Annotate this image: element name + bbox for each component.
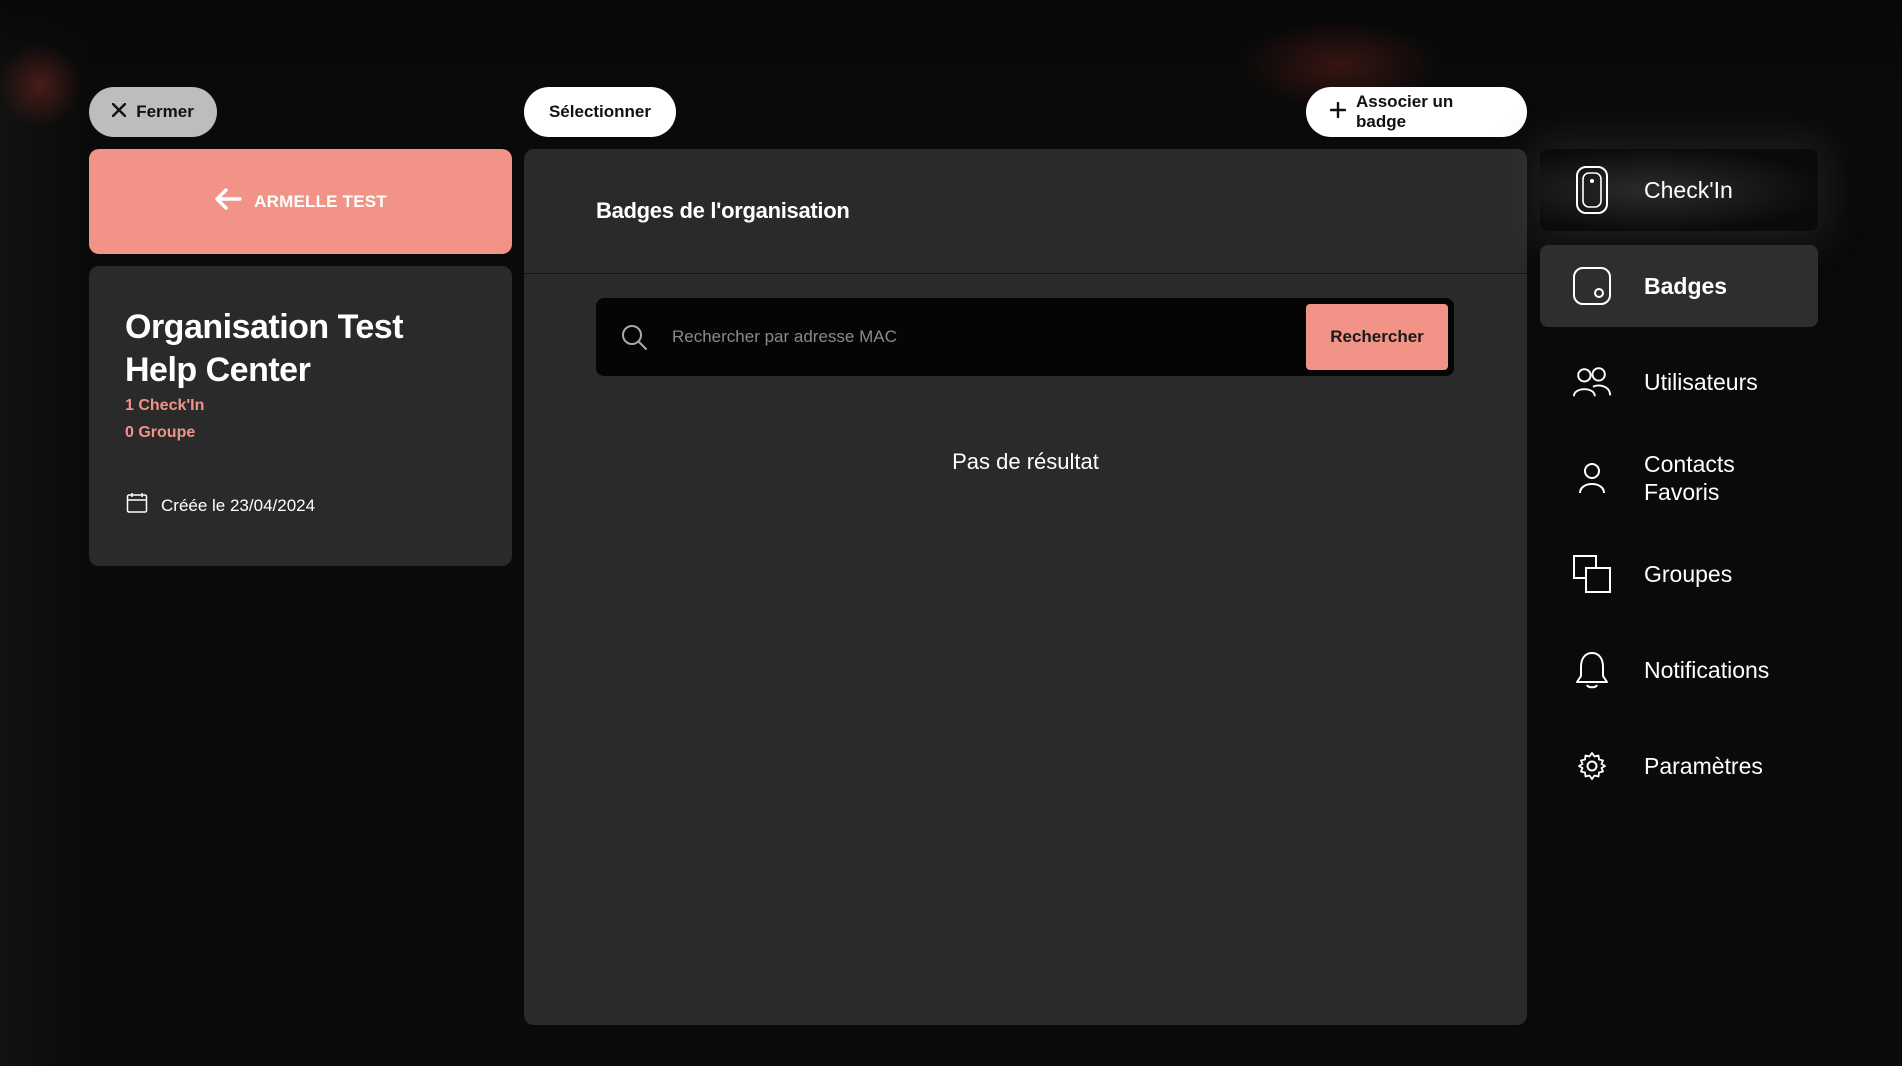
sidebar-item-label: Notifications <box>1644 657 1770 683</box>
arrow-left-icon <box>214 188 242 215</box>
search-button[interactable]: Rechercher <box>1306 304 1448 370</box>
select-button[interactable]: Sélectionner <box>524 87 676 137</box>
panel-title: Badges de l'organisation <box>524 149 1527 274</box>
associate-badge-label: Associer un badge <box>1356 92 1454 131</box>
sidebar-item-settings[interactable]: Paramètres <box>1540 725 1818 807</box>
empty-message: Pas de résultat <box>952 449 1099 474</box>
back-user-label: ARMELLE TEST <box>254 191 387 211</box>
contact-icon <box>1572 458 1612 498</box>
sidebar: Check'In Badges Utilisateurs Contacts Fa… <box>1540 149 1818 821</box>
sidebar-item-label: Check'In <box>1644 177 1733 203</box>
checkin-device-icon <box>1572 166 1612 214</box>
checkin-count: 1 Check'In <box>125 397 205 414</box>
groups-icon <box>1572 554 1612 594</box>
creation-date-text: Créée le 23/04/2024 <box>161 495 316 515</box>
sidebar-item-label: Paramètres <box>1644 753 1763 779</box>
select-button-label: Sélectionner <box>548 102 652 121</box>
sidebar-item-favorite-contacts[interactable]: Contacts Favoris <box>1540 437 1818 519</box>
group-count: 0 Groupe <box>125 424 196 441</box>
sidebar-item-notifications[interactable]: Notifications <box>1540 629 1818 711</box>
gear-icon <box>1572 746 1612 786</box>
back-to-user-button[interactable]: ARMELLE TEST <box>89 149 512 254</box>
sidebar-item-groups[interactable]: Groupes <box>1540 533 1818 615</box>
search-input[interactable] <box>672 307 1306 367</box>
creation-date: Créée le 23/04/2024 <box>125 491 315 520</box>
users-icon <box>1572 362 1612 402</box>
calendar-icon <box>125 491 149 520</box>
sidebar-item-label: Badges <box>1644 273 1728 299</box>
sidebar-item-label: Utilisateurs <box>1644 369 1758 395</box>
plus-icon <box>1329 101 1347 123</box>
background-top <box>0 0 1902 110</box>
sidebar-item-label: Groupes <box>1644 561 1733 587</box>
sidebar-item-label: Contacts Favoris <box>1644 451 1735 505</box>
search-icon <box>596 323 672 351</box>
organisation-name: Organisation Test Help Center <box>125 308 404 389</box>
associate-badge-button[interactable]: Associer un badge <box>1306 87 1527 137</box>
organisation-card: Organisation Test Help Center 1 Check'In… <box>89 266 512 566</box>
close-icon <box>111 102 127 122</box>
bell-icon <box>1572 650 1612 690</box>
badges-panel: Badges de l'organisation Rechercher Pas … <box>524 149 1527 1025</box>
search-bar: Rechercher <box>596 298 1454 376</box>
close-button[interactable]: Fermer <box>89 87 217 137</box>
close-button-label: Fermer <box>136 102 194 121</box>
badge-icon <box>1572 266 1612 306</box>
sidebar-item-users[interactable]: Utilisateurs <box>1540 341 1818 423</box>
background-glow <box>0 40 80 130</box>
background-strip <box>0 0 90 1066</box>
sidebar-item-checkin[interactable]: Check'In <box>1540 149 1818 231</box>
sidebar-item-badges[interactable]: Badges <box>1540 245 1818 327</box>
